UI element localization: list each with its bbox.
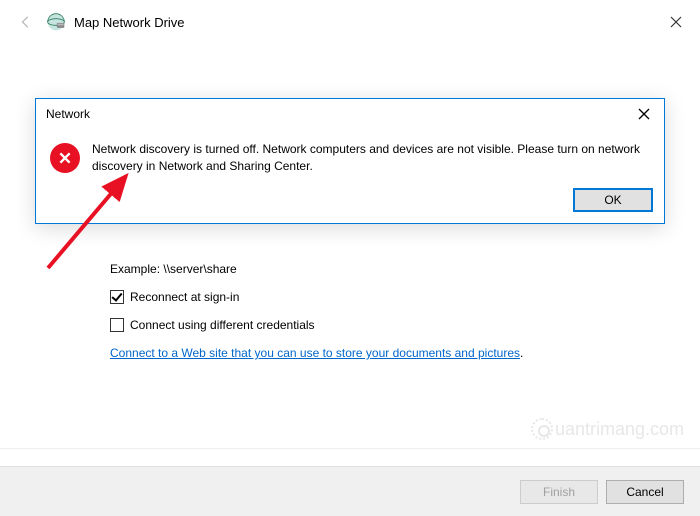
watermark-text: uantrimang.com [555, 419, 684, 440]
watermark: uantrimang.com [531, 418, 684, 440]
dialog-footer: OK [36, 183, 664, 223]
footer-separator [0, 448, 700, 466]
window-title: Map Network Drive [74, 15, 185, 30]
cancel-button[interactable]: Cancel [606, 480, 684, 504]
dialog-message: Network discovery is turned off. Network… [92, 141, 650, 175]
map-network-drive-window: Map Network Drive Example: \\server\shar… [0, 0, 700, 516]
network-drive-icon [46, 12, 66, 32]
ok-button[interactable]: OK [574, 189, 652, 211]
reconnect-checkbox-row[interactable]: Reconnect at sign-in [110, 290, 660, 304]
example-label: Example: \\server\share [110, 262, 660, 276]
reconnect-label: Reconnect at sign-in [130, 290, 239, 304]
website-link-row: Connect to a Web site that you can use t… [110, 346, 660, 360]
footer: Finish Cancel [0, 466, 700, 516]
network-error-dialog: Network Network discovery is turned off.… [35, 98, 665, 224]
back-button[interactable] [12, 8, 40, 36]
reconnect-checkbox[interactable] [110, 290, 124, 304]
dialog-close-button[interactable] [632, 102, 656, 126]
credentials-checkbox-row[interactable]: Connect using different credentials [110, 318, 660, 332]
dialog-titlebar: Network [36, 99, 664, 129]
dialog-body: Network discovery is turned off. Network… [36, 129, 664, 183]
content-area: Example: \\server\share Reconnect at sig… [0, 262, 700, 360]
close-button[interactable] [664, 10, 688, 34]
finish-button: Finish [520, 480, 598, 504]
website-link[interactable]: Connect to a Web site that you can use t… [110, 346, 520, 360]
credentials-checkbox[interactable] [110, 318, 124, 332]
titlebar: Map Network Drive [0, 0, 700, 44]
watermark-icon [531, 418, 553, 440]
credentials-label: Connect using different credentials [130, 318, 315, 332]
dialog-title: Network [46, 107, 90, 121]
error-icon [50, 143, 80, 173]
